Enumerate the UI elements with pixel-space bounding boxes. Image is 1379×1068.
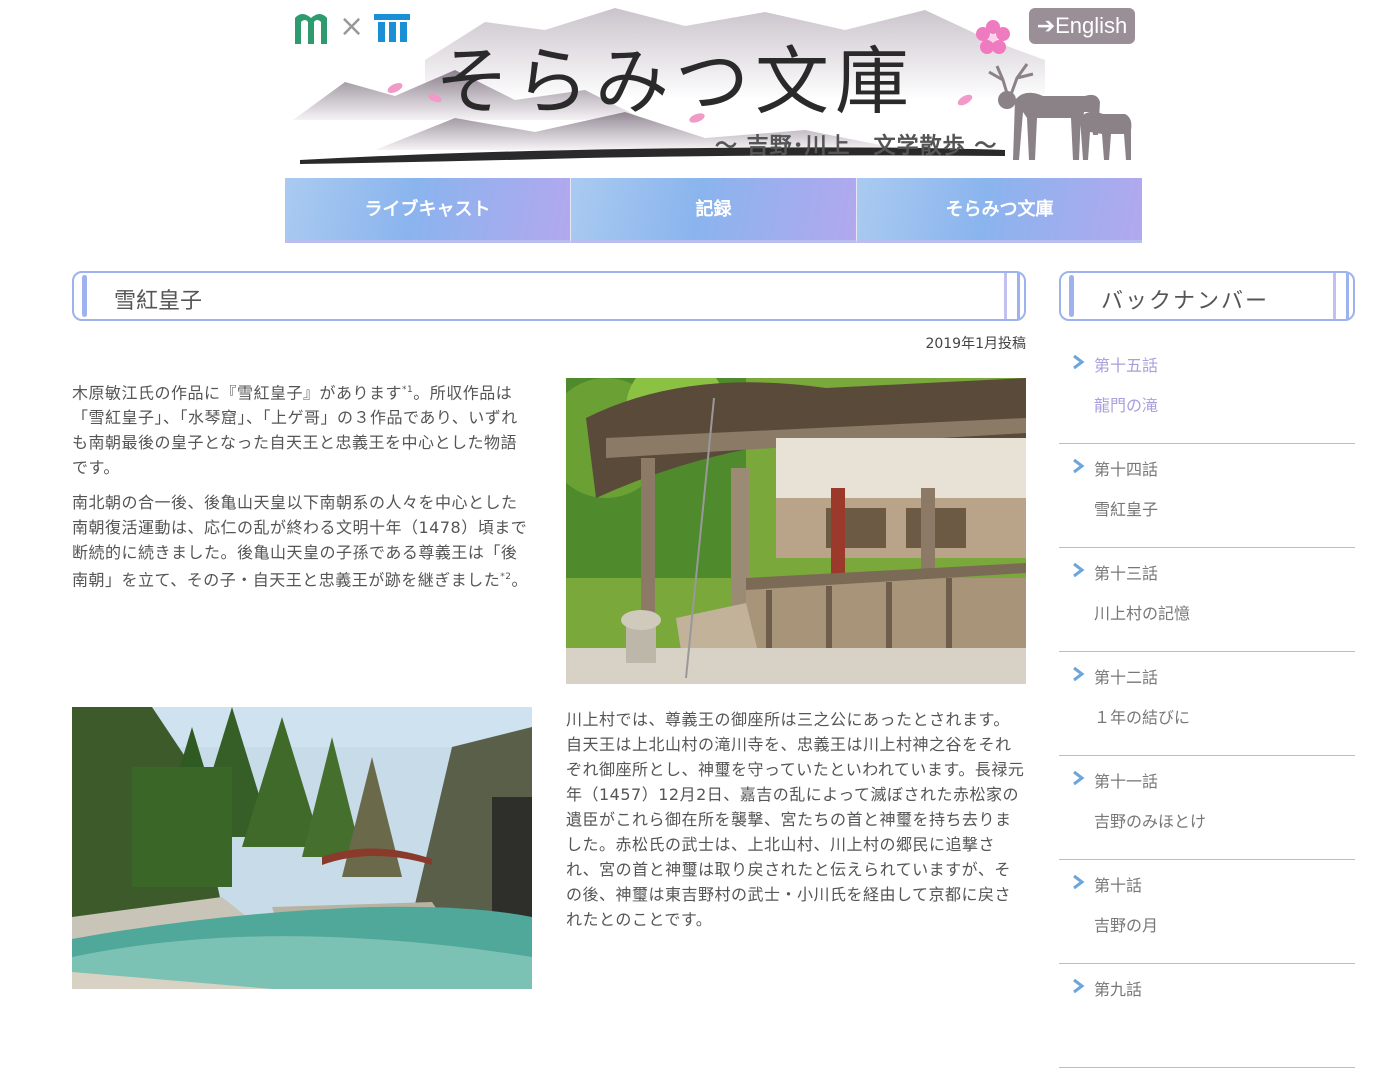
temple-photo xyxy=(566,378,1026,684)
logo-separator: × xyxy=(339,9,365,44)
english-button[interactable]: ➔English xyxy=(1029,8,1135,44)
footnote-ref-2[interactable]: *2 xyxy=(500,572,511,582)
chevron-right-icon xyxy=(1073,978,1085,994)
p1-text: 木原敏江氏の作品に『雪紅皇子』があります xyxy=(72,383,403,403)
site-subtitle: ～ 吉野･川上 文学散歩 ～ xyxy=(715,134,998,159)
p2-text-end: 。 xyxy=(511,570,528,590)
article-title-box: 雪紅皇子 xyxy=(72,271,1026,321)
backnumber-item-11[interactable]: 第十一話 吉野のみほとけ xyxy=(1059,756,1355,860)
river-photo xyxy=(72,707,532,989)
backnumber-title: バックナンバー xyxy=(1101,289,1270,314)
backnumber-list: 第十五話 龍門の滝 第十四話 雪紅皇子 第十三話 川上村の記憶 第十二話 １年の… xyxy=(1059,340,1355,1068)
backnumber-item-10[interactable]: 第十話 吉野の月 xyxy=(1059,860,1355,964)
backnumber-episode: 第九話 xyxy=(1094,980,1143,999)
backnumber-item-9[interactable]: 第九話 xyxy=(1059,964,1355,1068)
backnumber-link[interactable]: 雪紅皇子 xyxy=(1094,496,1158,520)
article-paragraph-1: 木原敏江氏の作品に『雪紅皇子』があります*1。所収作品は「雪紅皇子」、「水琴窟」… xyxy=(72,378,532,480)
nav-item-soramitsu-bunko[interactable]: そらみつ文庫 xyxy=(857,178,1142,243)
backnumber-link[interactable]: 龍門の滝 xyxy=(1094,392,1158,416)
backnumber-episode: 第十二話 xyxy=(1094,668,1159,687)
m-logo-icon xyxy=(295,14,327,44)
p2-text: 南北朝の合一後、後亀山天皇以下南朝系の人々を中心とした南朝復活運動は、応仁の乱が… xyxy=(72,493,528,590)
post-date: 2019年1月投稿 xyxy=(925,336,1026,352)
site-title: そらみつ文庫 xyxy=(435,39,915,125)
chevron-right-icon xyxy=(1073,458,1085,474)
backnumber-episode: 第十一話 xyxy=(1094,772,1159,791)
partner-logos: × xyxy=(293,9,411,44)
nav-item-records[interactable]: 記録 xyxy=(571,178,857,243)
backnumber-item-12[interactable]: 第十二話 １年の結びに xyxy=(1059,652,1355,756)
main-nav: ライブキャスト 記録 そらみつ文庫 xyxy=(285,178,1142,243)
article-paragraph-2: 南北朝の合一後、後亀山天皇以下南朝系の人々を中心とした南朝復活運動は、応仁の乱が… xyxy=(72,490,532,592)
backnumber-link[interactable]: 川上村の記憶 xyxy=(1094,600,1190,624)
river-photo-image xyxy=(72,707,532,989)
backnumber-item-15[interactable]: 第十五話 龍門の滝 xyxy=(1059,340,1355,444)
chevron-right-icon xyxy=(1073,770,1085,786)
chevron-right-icon xyxy=(1073,562,1085,578)
temple-photo-image xyxy=(566,378,1026,684)
footnote-ref-1[interactable]: *1 xyxy=(402,385,413,395)
backnumber-episode: 第十三話 xyxy=(1094,564,1159,583)
backnumber-title-box: バックナンバー xyxy=(1059,271,1355,321)
article-title: 雪紅皇子 xyxy=(114,289,203,314)
backnumber-link[interactable]: １年の結びに xyxy=(1094,704,1190,728)
site-header: × そらみつ文庫 ～ 吉野･川上 文学散歩 ～ ➔English xyxy=(285,0,1142,175)
backnumber-item-13[interactable]: 第十三話 川上村の記憶 xyxy=(1059,548,1355,652)
backnumber-episode: 第十五話 xyxy=(1094,356,1159,375)
backnumber-episode: 第十四話 xyxy=(1094,460,1159,479)
backnumber-episode: 第十話 xyxy=(1094,876,1143,895)
backnumber-link[interactable]: 吉野の月 xyxy=(1094,912,1158,936)
kawakami-logo-icon xyxy=(374,14,411,42)
nav-item-livecast[interactable]: ライブキャスト xyxy=(285,178,571,243)
backnumber-link[interactable]: 吉野のみほとけ xyxy=(1094,808,1206,832)
chevron-right-icon xyxy=(1073,354,1085,370)
chevron-right-icon xyxy=(1073,666,1085,682)
article-paragraph-3: 川上村では、尊義王の御座所は三之公にあったとされます。自天王は上北山村の滝川寺を… xyxy=(566,710,1025,929)
backnumber-item-14[interactable]: 第十四話 雪紅皇子 xyxy=(1059,444,1355,548)
chevron-right-icon xyxy=(1073,874,1085,890)
